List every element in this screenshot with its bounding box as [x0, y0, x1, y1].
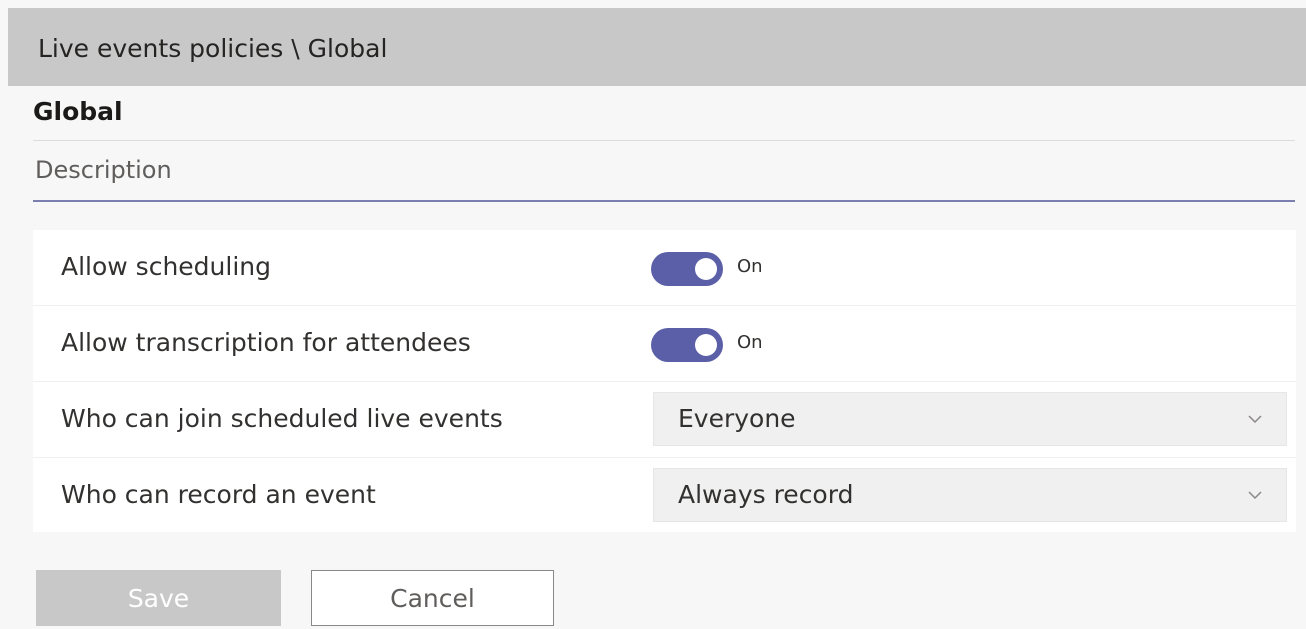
description-placeholder: Description [35, 156, 172, 184]
cancel-button[interactable]: Cancel [311, 570, 554, 626]
toggle-state-text: On [737, 332, 763, 353]
setting-row-allow-scheduling: Allow scheduling On [33, 230, 1296, 306]
setting-row-who-can-join: Who can join scheduled live events Every… [33, 382, 1296, 458]
chevron-down-icon [1248, 491, 1262, 500]
chevron-down-icon [1248, 415, 1262, 424]
divider [33, 140, 1295, 141]
dropdown-value: Always record [678, 480, 854, 509]
who-can-record-dropdown[interactable]: Always record [653, 468, 1287, 522]
setting-label: Allow scheduling [61, 252, 271, 281]
save-button[interactable]: Save [36, 570, 281, 626]
toggle-knob [695, 334, 717, 356]
page-title: Global [33, 97, 123, 126]
who-can-join-dropdown[interactable]: Everyone [653, 392, 1287, 446]
allow-transcription-toggle[interactable] [651, 328, 723, 362]
toggle-knob [695, 258, 717, 280]
setting-row-who-can-record: Who can record an event Always record [33, 458, 1296, 532]
dropdown-value: Everyone [678, 404, 796, 433]
allow-scheduling-toggle[interactable] [651, 252, 723, 286]
toggle-state-text: On [737, 256, 763, 277]
setting-row-allow-transcription: Allow transcription for attendees On [33, 306, 1296, 382]
setting-label: Allow transcription for attendees [61, 328, 471, 357]
setting-label: Who can join scheduled live events [61, 404, 503, 433]
settings-card: Allow scheduling On Allow transcription … [33, 230, 1296, 532]
description-field[interactable]: Description [33, 148, 1295, 202]
breadcrumb: Live events policies \ Global [38, 34, 388, 63]
setting-label: Who can record an event [61, 480, 376, 509]
header-bar: Live events policies \ Global [8, 8, 1306, 86]
